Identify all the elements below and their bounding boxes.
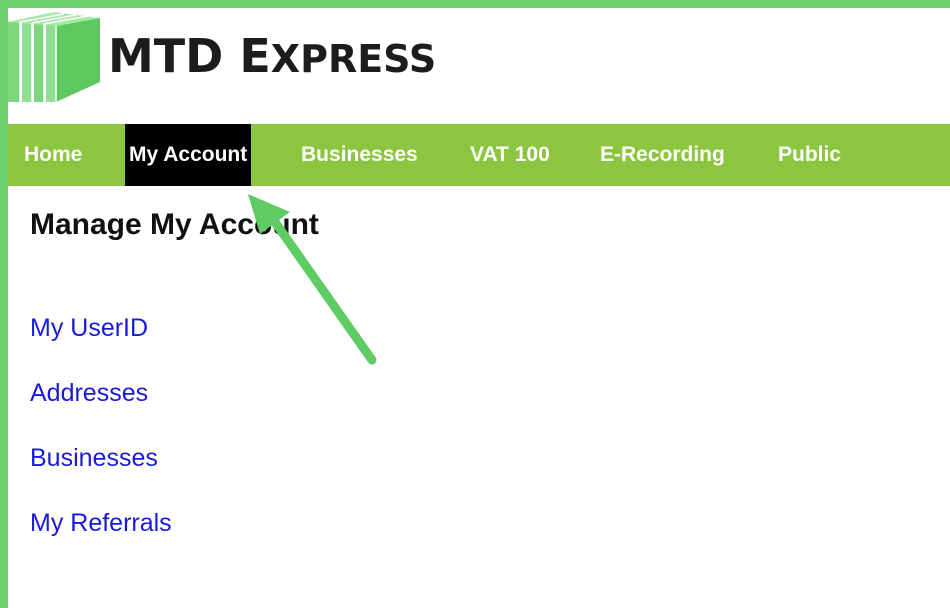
- link-my-referrals[interactable]: My Referrals: [30, 509, 172, 538]
- nav-item-businesses[interactable]: Businesses: [301, 124, 418, 186]
- nav-item-my-account[interactable]: My Account: [125, 124, 252, 186]
- brand-name-first: MTD: [108, 29, 224, 83]
- link-addresses[interactable]: Addresses: [30, 379, 148, 408]
- nav-item-e-recording[interactable]: E-Recording: [600, 124, 725, 186]
- link-my-userid[interactable]: My UserID: [30, 314, 148, 343]
- page-title: Manage My Account: [30, 208, 319, 241]
- brand-name-second-rest: XPRESS: [270, 37, 437, 81]
- main-nav: Home My Account Businesses VAT 100 E-Rec…: [8, 124, 950, 186]
- link-businesses[interactable]: Businesses: [30, 444, 158, 473]
- nav-item-public[interactable]: Public: [778, 124, 841, 186]
- page-frame: MTD EXPRESS Home My Account Businesses V…: [0, 0, 950, 608]
- nav-item-home[interactable]: Home: [24, 124, 82, 186]
- brand-name: MTD EXPRESS: [108, 26, 436, 89]
- nav-item-vat-100[interactable]: VAT 100: [470, 124, 550, 186]
- stacked-boxes-logo-icon: [8, 12, 100, 102]
- brand-name-second-initial: E: [239, 29, 271, 83]
- site-header: MTD EXPRESS: [8, 8, 950, 124]
